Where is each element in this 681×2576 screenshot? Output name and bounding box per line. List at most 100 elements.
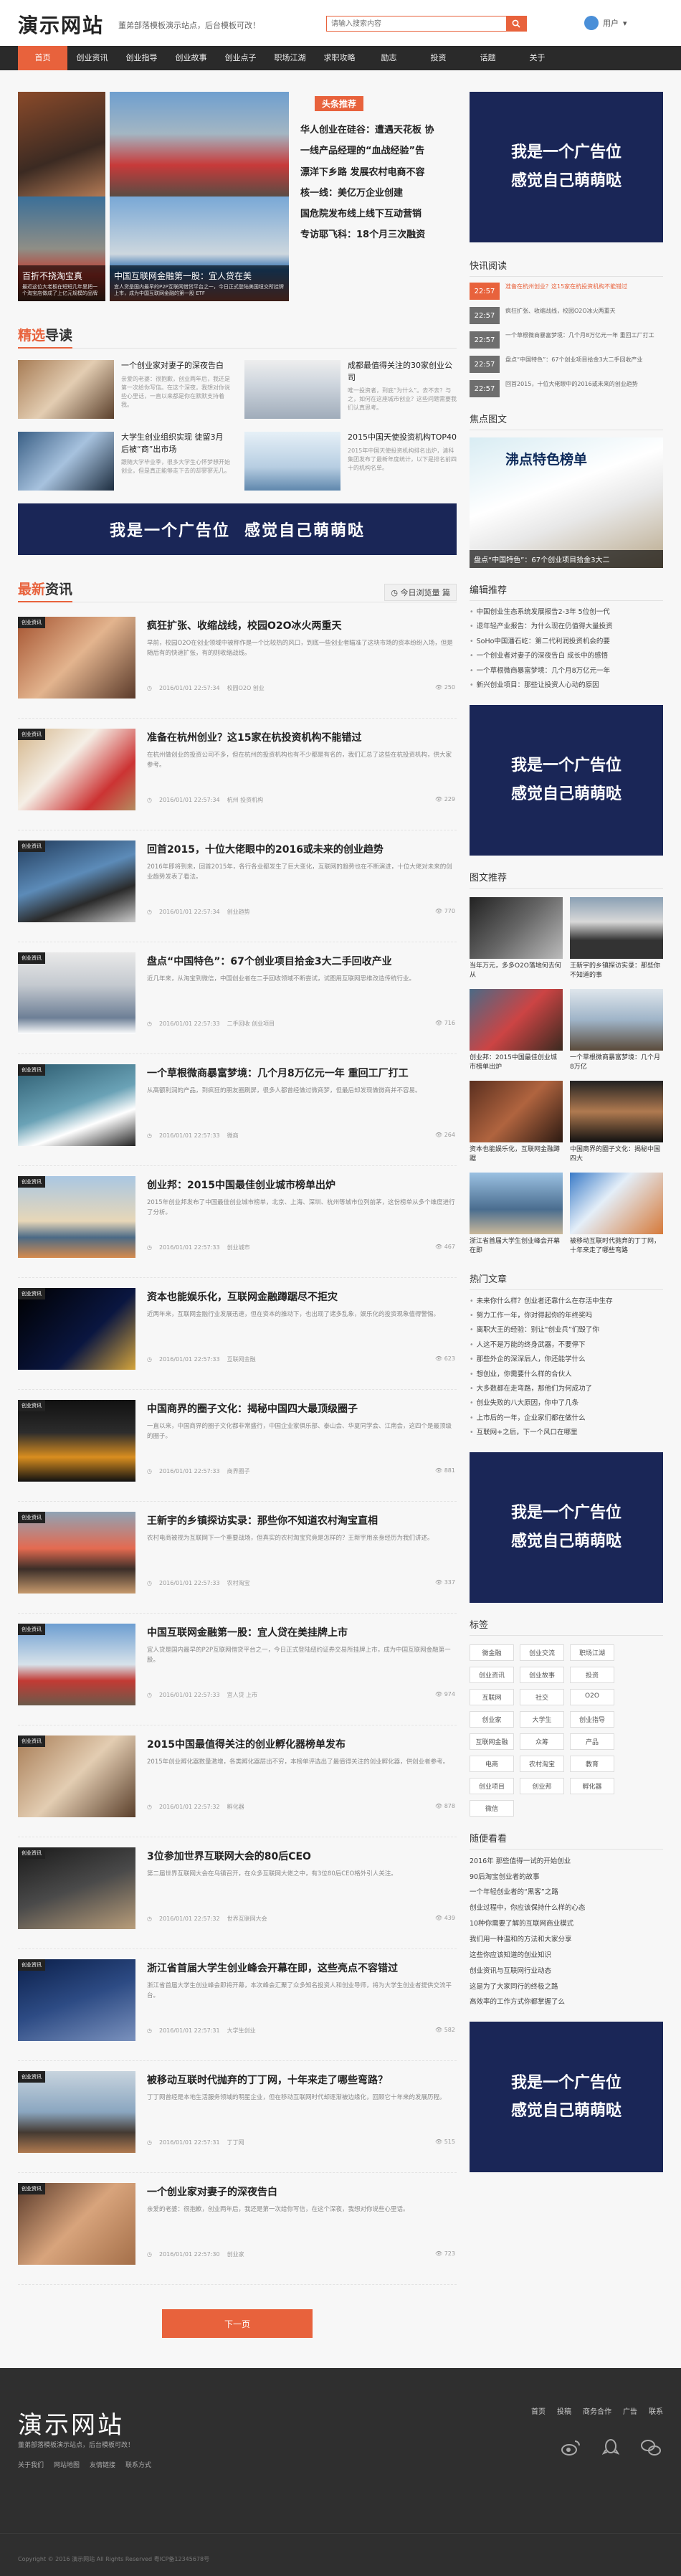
footer-link[interactable]: 网站地图 <box>54 2460 80 2469</box>
article-title[interactable]: 准备在杭州创业？这15家在杭投资机构不能错过 <box>147 730 457 744</box>
hot-item[interactable]: 离职大王的经验：别让“创业兵”们毁了你 <box>470 1323 663 1337</box>
flash-text[interactable]: 疯狂扩张、收缩战线，校园O2O冰火两重天 <box>505 307 616 324</box>
pick-item[interactable]: 大学生创业组织实现 徒留3月后被“商”出市场 跟随大学毕业季，很多大学生心怀梦想开… <box>18 432 230 491</box>
tag-item[interactable]: 创业交流 <box>520 1644 564 1661</box>
article-category[interactable]: 孵化器 <box>227 1804 244 1810</box>
headline-item[interactable]: 国危院发布线上线下互动营销 <box>300 204 457 224</box>
headline-item[interactable]: 漂洋下乡路 发展农村电商不容 <box>300 162 457 183</box>
tag-item[interactable]: O2O <box>570 1688 614 1705</box>
article-title[interactable]: 3位参加世界互联网大会的80后CEO <box>147 1849 455 1863</box>
article-title[interactable]: 浙江省首届大学生创业峰会开幕在即，这些亮点不容错过 <box>147 1961 457 1975</box>
article-category[interactable]: 农村淘宝 <box>227 1580 250 1586</box>
flash-item[interactable]: 22:57 盘点“中国特色”：67个创业项目拾金3大二手回收产业 <box>470 356 663 373</box>
article-category[interactable]: 创业趋势 <box>227 909 250 915</box>
next-page-button[interactable]: 下一页 <box>162 2309 313 2338</box>
article-category[interactable]: 商界圈子 <box>227 1468 250 1474</box>
random-item[interactable]: 这些你应该知道的创业知识 <box>470 1948 663 1964</box>
article-category[interactable]: 创业城市 <box>227 1244 250 1251</box>
pic-item[interactable]: 当年万元，多多O2O落地何去何从 <box>470 896 563 982</box>
editor-item[interactable]: 中国创业生态系统发展报告2-3年 5位创一代 <box>470 605 663 620</box>
nav-item[interactable]: 关于 <box>513 46 562 70</box>
search-input[interactable] <box>327 16 505 31</box>
nav-item[interactable]: 创业资讯 <box>67 46 117 70</box>
tag-item[interactable]: 电商 <box>470 1755 514 1772</box>
pic-item[interactable]: 一个草根微商暴富梦境：几个月8万亿 <box>570 988 663 1074</box>
article-title[interactable]: 一个创业家对妻子的深夜告白 <box>147 2184 455 2199</box>
nav-item[interactable]: 创业指导 <box>117 46 166 70</box>
pic-item[interactable]: 中国商界的圈子文化：揭秘中国四大 <box>570 1080 663 1165</box>
article-category[interactable]: 杭州 投资机构 <box>227 797 264 803</box>
pic-caption[interactable]: 王新宇的乡镇探访实录：那些你不知道的事 <box>570 962 663 982</box>
article-thumbnail[interactable]: 创业资讯 <box>18 840 135 922</box>
article-title[interactable]: 盘点“中国特色”：67个创业项目拾金3大二手回收产业 <box>147 954 455 968</box>
sidebar-ad[interactable]: 我是一个广告位 感觉自己萌萌哒 <box>470 1452 663 1603</box>
pick-image[interactable] <box>18 432 114 491</box>
pic-image[interactable] <box>570 1172 663 1234</box>
article-title[interactable]: 被移动互联时代抛弃的丁丁网，十年来走了哪些弯路？ <box>147 2073 455 2087</box>
article-thumbnail[interactable]: 创业资讯 <box>18 1624 135 1705</box>
wechat-icon[interactable] <box>639 2437 663 2458</box>
tag-item[interactable]: 创业家 <box>470 1710 514 1728</box>
pic-image[interactable] <box>470 988 563 1051</box>
article-thumbnail[interactable]: 创业资讯 <box>18 617 135 699</box>
random-item[interactable]: 创业过程中，你应该保持什么样的心态 <box>470 1900 663 1916</box>
editor-item[interactable]: SoHo中国潘石屹：第二代利润投资机会的要 <box>470 635 663 649</box>
nav-item[interactable]: 职场江湖 <box>265 46 315 70</box>
editor-item[interactable]: 一个创业者对妻子的深夜告白 成长中的感悟 <box>470 649 663 663</box>
pick-image[interactable] <box>244 360 340 419</box>
pick-item[interactable]: 一个创业家对妻子的深夜告白 亲爱的老婆：很抱歉，创业两年后，我还是第一次给你写信。… <box>18 360 230 419</box>
random-item[interactable]: 我们用一种温和的方法和大家分享 <box>470 1932 663 1948</box>
article-thumbnail[interactable]: 创业资讯 <box>18 2071 135 2153</box>
hot-item[interactable]: 那些外企的深深后人，你还能学什么 <box>470 1353 663 1367</box>
article-title[interactable]: 疯狂扩张、收缩战线，校园O2O冰火两重天 <box>147 618 457 633</box>
nav-item[interactable]: 首页 <box>18 46 67 70</box>
sidebar-ad[interactable]: 我是一个广告位 感觉自己萌萌哒 <box>470 92 663 242</box>
nav-item[interactable]: 创业故事 <box>166 46 216 70</box>
article-thumbnail[interactable]: 创业资讯 <box>18 1400 135 1482</box>
hot-item[interactable]: 互联网+之后，下一个风口在哪里 <box>470 1426 663 1440</box>
slide-left[interactable]: 百折不挠淘宝真 最近这位大老板在短短几年里把一个淘宝店做成了上亿元规模的品牌 <box>18 92 105 301</box>
article-thumbnail[interactable]: 创业资讯 <box>18 1736 135 1817</box>
article-category[interactable]: 互联网金融 <box>227 1356 256 1363</box>
random-item[interactable]: 高效率的工作方式你都掌握了么 <box>470 1994 663 2010</box>
tag-item[interactable]: 创业项目 <box>470 1777 514 1794</box>
flash-item[interactable]: 22:57 回首2015，十位大佬眼中的2016或未来的创业趋势 <box>470 380 663 397</box>
pic-caption[interactable]: 一个草根微商暴富梦境：几个月8万亿 <box>570 1053 663 1074</box>
editor-item[interactable]: 新兴创业项目：那些让投资人心动的原因 <box>470 678 663 693</box>
pic-image[interactable] <box>570 1080 663 1142</box>
pic-item[interactable]: 创业邦：2015中国最佳创业城市榜单出炉 <box>470 988 563 1074</box>
pick-title[interactable]: 2015中国天使投资机构TOP40 <box>348 432 457 444</box>
article-title[interactable]: 资本也能娱乐化，互联网金融蹲踞尽不拒灾 <box>147 1289 455 1304</box>
article-thumbnail[interactable]: 创业资讯 <box>18 1176 135 1258</box>
banner-ad[interactable]: 我是一个广告位 感觉自己萌萌哒 <box>18 503 457 555</box>
random-item[interactable]: 10种你需要了解的互联网商业模式 <box>470 1916 663 1932</box>
focus-image[interactable]: 沸点特色榜单 盘点“中国特色”：67个创业项目拾金3大二 <box>470 437 663 568</box>
hot-item[interactable]: 创业失败的八大原因，你中了几条 <box>470 1396 663 1411</box>
qq-icon[interactable] <box>599 2437 623 2458</box>
pic-image[interactable] <box>470 896 563 959</box>
tag-item[interactable]: 众筹 <box>520 1733 564 1750</box>
article-title[interactable]: 回首2015，十位大佬眼中的2016或未来的创业趋势 <box>147 842 457 856</box>
pic-item[interactable]: 资本也能娱乐化，互联网金融蹲踞 <box>470 1080 563 1165</box>
random-item[interactable]: 创业资讯与互联网行业动态 <box>470 1964 663 1979</box>
article-thumbnail[interactable]: 创业资讯 <box>18 729 135 810</box>
footer-link[interactable]: 友情链接 <box>90 2460 115 2469</box>
pick-image[interactable] <box>18 360 114 419</box>
article-thumbnail[interactable]: 创业资讯 <box>18 1512 135 1594</box>
flash-item[interactable]: 22:57 准备在杭州创业？这15家在杭投资机构不能错过 <box>470 283 663 300</box>
tag-item[interactable]: 投资 <box>570 1666 614 1683</box>
pick-item[interactable]: 2015中国天使投资机构TOP40 2015年中国天使投资机构排名出炉，清科集团发… <box>244 432 457 491</box>
article-thumbnail[interactable]: 创业资讯 <box>18 1288 135 1370</box>
pick-title[interactable]: 成都最值得关注的30家创业公司 <box>348 360 457 384</box>
hot-item[interactable]: 努力工作一年，你对得起你的年终奖吗 <box>470 1309 663 1323</box>
article-thumbnail[interactable]: 创业资讯 <box>18 1959 135 2041</box>
footer-nav-item[interactable]: 广告 <box>623 2405 637 2416</box>
pick-title[interactable]: 一个创业家对妻子的深夜告白 <box>121 360 230 372</box>
random-item[interactable]: 一个年轻创业者的“黑客”之路 <box>470 1885 663 1900</box>
article-category[interactable]: 丁丁网 <box>227 2139 244 2146</box>
article-thumbnail[interactable]: 创业资讯 <box>18 1847 135 1929</box>
flash-text[interactable]: 准备在杭州创业？这15家在杭投资机构不能错过 <box>505 283 627 300</box>
tag-item[interactable]: 创业指导 <box>570 1710 614 1728</box>
pic-image[interactable] <box>470 1080 563 1142</box>
sidebar-ad[interactable]: 我是一个广告位 感觉自己萌萌哒 <box>470 704 663 856</box>
